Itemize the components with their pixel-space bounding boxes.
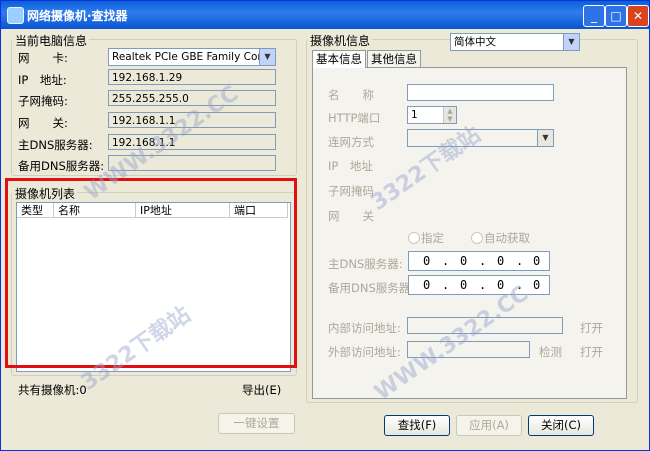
cam-name-label: 名 称: [328, 88, 374, 102]
spinner-icon[interactable]: ▲ ▼: [443, 107, 456, 123]
dot-sep: .: [442, 254, 450, 268]
chevron-down-icon[interactable]: ▼: [259, 49, 275, 65]
dns1-label: 主DNS服务器:: [18, 138, 93, 152]
dot-sep: .: [442, 278, 450, 292]
gateway-field: 192.168.1.1: [108, 112, 276, 128]
search-button[interactable]: 查找(F): [384, 415, 450, 436]
open-inner-link[interactable]: 打开: [580, 320, 603, 336]
outer-addr-label: 外部访问地址:: [328, 345, 401, 359]
dns2-field: [108, 155, 276, 171]
camera-count: 共有摄像机:0: [18, 383, 87, 397]
nic-select[interactable]: Realtek PCIe GBE Family Con ▼: [108, 48, 276, 66]
dns2-label: 备用DNS服务器:: [18, 159, 105, 173]
dns2-octet-2: 0: [460, 278, 468, 292]
dns2-octet-1: 0: [423, 278, 431, 292]
mask-field: 255.255.255.0: [108, 90, 276, 106]
http-port-label: HTTP端口: [328, 111, 381, 125]
outer-addr-field: [407, 341, 530, 358]
nic-label: 网 卡:: [18, 51, 68, 65]
mask-label: 子网掩码:: [18, 94, 68, 108]
cam-dns1-label: 主DNS服务器:: [328, 257, 403, 271]
dns1-field: 192.168.1.1: [108, 134, 276, 150]
ip-field: 192.168.1.29: [108, 69, 276, 85]
dns1-octet-4: 0: [533, 254, 541, 268]
camera-list-highlight: [5, 178, 297, 368]
maximize-icon: □: [610, 9, 622, 23]
title-bar[interactable]: 网络摄像机·查找器 _ □ ✕: [1, 1, 649, 29]
close-window-button[interactable]: ✕: [627, 5, 649, 27]
gateway-label: 网 关:: [18, 116, 68, 130]
close-icon: ✕: [632, 9, 644, 23]
export-button[interactable]: 导出(E): [242, 382, 281, 398]
dns1-octet-3: 0: [497, 254, 505, 268]
open-outer-link[interactable]: 打开: [580, 344, 603, 360]
tab-other-info[interactable]: 其他信息: [367, 50, 421, 67]
cam-ip-label: IP 地址: [328, 159, 373, 173]
maximize-button[interactable]: □: [605, 5, 627, 27]
connect-mode-label: 连网方式: [328, 135, 374, 149]
dns1-octet-1: 0: [423, 254, 431, 268]
close-button[interactable]: 关闭(C): [528, 415, 594, 436]
chevron-down-icon[interactable]: ▼: [537, 130, 553, 146]
cam-name-input[interactable]: [407, 84, 554, 101]
cam-mask-label: 子网掩码: [328, 184, 374, 198]
cam-gateway-label: 网 关: [328, 209, 374, 223]
camera-info-title: 摄像机信息: [308, 32, 373, 49]
nic-value: Realtek PCIe GBE Family Con: [112, 51, 265, 63]
minimize-icon: _: [591, 9, 597, 23]
app-icon: [7, 7, 24, 24]
radio-auto[interactable]: [471, 232, 483, 244]
dot-sep: .: [516, 254, 524, 268]
dns2-octet-4: 0: [533, 278, 541, 292]
ip-label: IP 地址:: [18, 73, 67, 87]
cam-dns2-label: 备用DNS服务器:: [328, 281, 415, 295]
detect-link[interactable]: 检测: [539, 344, 562, 360]
dns2-octet-3: 0: [497, 278, 505, 292]
one-click-setup-button[interactable]: 一键设置: [218, 413, 295, 434]
radio-fixed-label: 指定: [421, 231, 444, 245]
http-port-input[interactable]: 1 ▲ ▼: [407, 106, 457, 124]
dot-sep: .: [516, 278, 524, 292]
http-port-value: 1: [411, 109, 418, 121]
cam-dns2-input[interactable]: 0 . 0 . 0 . 0: [408, 275, 550, 295]
chevron-down-icon[interactable]: ▼: [563, 34, 579, 50]
language-value: 简体中文: [454, 36, 496, 48]
dot-sep: .: [479, 278, 487, 292]
cam-dns1-input[interactable]: 0 . 0 . 0 . 0: [408, 251, 550, 271]
pc-info-title: 当前电脑信息: [13, 32, 90, 49]
radio-fixed[interactable]: [408, 232, 420, 244]
dot-sep: .: [479, 254, 487, 268]
inner-addr-label: 内部访问地址:: [328, 321, 401, 335]
inner-addr-field: [407, 317, 563, 334]
radio-auto-label: 自动获取: [484, 231, 530, 245]
window-title: 网络摄像机·查找器: [27, 9, 128, 23]
connect-mode-select[interactable]: ▼: [407, 129, 554, 147]
language-select[interactable]: 简体中文 ▼: [450, 33, 580, 51]
dns1-octet-2: 0: [460, 254, 468, 268]
main-window: 网络摄像机·查找器 _ □ ✕ 当前电脑信息 网 卡: Realtek PCIe…: [0, 0, 650, 451]
tab-basic-info[interactable]: 基本信息: [312, 50, 366, 68]
minimize-button[interactable]: _: [583, 5, 605, 27]
apply-button[interactable]: 应用(A): [456, 415, 522, 436]
